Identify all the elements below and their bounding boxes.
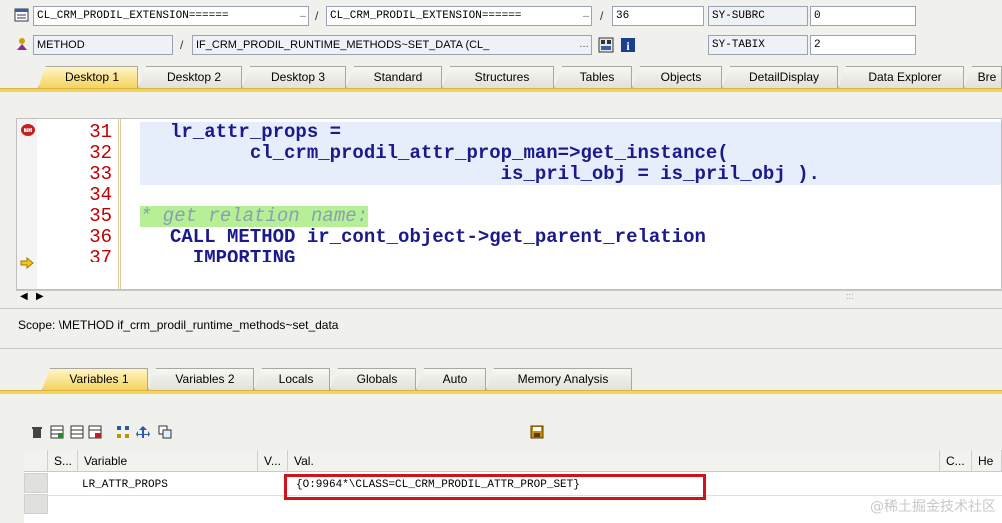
code-line-35-comment: * get relation name: — [140, 205, 369, 227]
tab-desktop-2[interactable]: Desktop 2 — [138, 66, 242, 88]
hierarchy-icon[interactable] — [116, 425, 130, 439]
current-line-arrow-icon — [20, 256, 34, 272]
line-number: 36 — [89, 226, 112, 248]
append-row-icon[interactable] — [70, 425, 84, 439]
line-number: 32 — [89, 142, 112, 164]
event-name-field: IF_CRM_PRODIL_RUNTIME_METHODS~SET_DATA (… — [192, 35, 592, 55]
copy-icon[interactable] — [158, 425, 172, 439]
table-row-variable[interactable]: LR_ATTR_PROPS — [78, 475, 168, 495]
sy-tabix-label: SY-TABIX — [708, 35, 808, 55]
line-number-field[interactable]: 36 — [612, 6, 704, 26]
sy-tabix-value[interactable]: 2 — [810, 35, 916, 55]
include-field[interactable]: CL_CRM_PRODIL_EXTENSION======… — [326, 6, 592, 26]
row-selector[interactable] — [24, 473, 48, 493]
code-line-33: is_pril_obj = is_pril_obj ). — [170, 163, 820, 185]
tab-memory-analysis[interactable]: Memory Analysis — [486, 368, 632, 390]
tab-breakpoints[interactable]: Bre — [964, 66, 1002, 88]
tab-auto[interactable]: Auto — [416, 368, 486, 390]
horizontal-scrollbar[interactable]: ◀ ▶ ::: — [16, 290, 1002, 304]
separator-slash: / — [180, 38, 184, 52]
info-icon[interactable]: i — [620, 37, 636, 53]
scope-label: Scope: \METHOD if_crm_prodil_runtime_met… — [18, 318, 339, 332]
dropdown-icon[interactable]: … — [583, 7, 589, 25]
tab-data-explorer[interactable]: Data Explorer — [838, 66, 964, 88]
tab-structures[interactable]: Structures — [442, 66, 554, 88]
breakpoint-icon[interactable]: STOP — [20, 123, 36, 140]
code-line-36: CALL METHOD ir_cont_object->get_parent_r… — [170, 226, 706, 248]
col-header-status[interactable]: S... — [48, 450, 78, 472]
code-line-32: cl_crm_prodil_attr_prop_man=>get_instanc… — [170, 142, 729, 164]
scroll-right-icon[interactable]: ▶ — [36, 291, 44, 302]
structure-icon[interactable] — [598, 37, 614, 53]
header-corner — [24, 450, 48, 472]
scroll-grip-icon[interactable]: ::: — [846, 291, 854, 301]
separator-slash: / — [315, 9, 319, 23]
method-icon — [14, 36, 30, 52]
col-header-v[interactable]: V... — [258, 450, 288, 472]
code-line-31: lr_attr_props = — [170, 121, 342, 143]
variables-tabstrip: Variables 1 Variables 2 Locals Globals A… — [0, 368, 1002, 390]
tab-standard[interactable]: Standard — [346, 66, 442, 88]
tab-objects[interactable]: Objects — [632, 66, 722, 88]
gutter: STOP — [17, 119, 37, 289]
tab-variables-2[interactable]: Variables 2 — [148, 368, 254, 390]
row-selector[interactable] — [24, 494, 48, 514]
col-header-he[interactable]: He — [972, 450, 1002, 472]
svg-text:STOP: STOP — [21, 128, 34, 134]
program-field[interactable]: CL_CRM_PRODIL_EXTENSION======… — [33, 6, 309, 26]
tab-underline — [0, 390, 1002, 394]
tab-desktop-3[interactable]: Desktop 3 — [242, 66, 346, 88]
divider — [0, 348, 1002, 349]
tab-locals[interactable]: Locals — [254, 368, 330, 390]
watermark: @稀土掘金技术社区 — [870, 499, 996, 515]
tab-variables-1[interactable]: Variables 1 — [42, 368, 148, 390]
line-number: 34 — [89, 184, 112, 206]
remove-row-icon[interactable] — [88, 425, 102, 439]
divider — [0, 308, 1002, 309]
tab-tables[interactable]: Tables — [554, 66, 632, 88]
dropdown-icon[interactable]: … — [579, 36, 589, 54]
program-icon — [14, 7, 30, 23]
col-header-c[interactable]: C... — [940, 450, 972, 472]
navigate-icon[interactable] — [136, 425, 150, 439]
event-type-field: METHOD — [33, 35, 173, 55]
col-header-value[interactable]: Val. — [288, 450, 940, 472]
tab-underline — [0, 88, 1002, 92]
dropdown-icon[interactable]: … — [300, 7, 306, 25]
value-highlight-box — [284, 474, 706, 500]
code-editor[interactable]: STOP 31 32 33 34 35 36 37 lr_attr_props … — [16, 118, 1002, 290]
line-number: 33 — [89, 163, 112, 185]
sy-subrc-value[interactable]: 0 — [810, 6, 916, 26]
scroll-left-icon[interactable]: ◀ — [20, 291, 28, 302]
desktop-tabstrip: Desktop 1 Desktop 2 Desktop 3 Standard S… — [0, 66, 1002, 88]
tab-detail-display[interactable]: DetailDisplay — [722, 66, 838, 88]
code-line-37: IMPORTING — [170, 248, 296, 262]
insert-row-icon[interactable] — [50, 425, 64, 439]
sy-subrc-label: SY-SUBRC — [708, 6, 808, 26]
tab-globals[interactable]: Globals — [330, 368, 416, 390]
tab-desktop-1[interactable]: Desktop 1 — [38, 66, 138, 88]
line-numbers: 31 32 33 34 35 36 37 — [37, 119, 121, 289]
line-number: 31 — [89, 121, 112, 143]
col-header-variable[interactable]: Variable — [78, 450, 258, 472]
line-number: 37 — [89, 248, 112, 262]
save-icon[interactable] — [530, 425, 544, 439]
line-number: 35 — [89, 205, 112, 227]
delete-icon[interactable] — [30, 425, 44, 439]
separator-slash: / — [600, 9, 604, 23]
